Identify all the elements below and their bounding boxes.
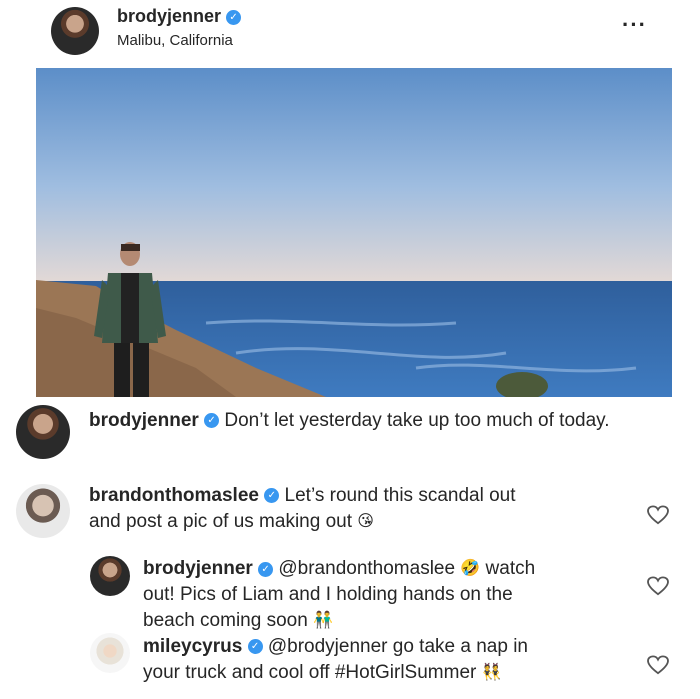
comment-username[interactable]: brandonthomaslee — [89, 485, 259, 506]
reply-text-line1: @brodyjenner go take a nap in — [267, 636, 528, 657]
caption: brodyjenner ✓ Don’t let yesterday take u… — [89, 408, 649, 434]
dancers-emoji-icon: 👯 — [481, 664, 502, 681]
comment-brandonthomaslee: brandonthomaslee ✓ Let’s round this scan… — [89, 483, 609, 535]
post-photo[interactable] — [36, 68, 672, 397]
reply-text-line2: out! Pics of Liam and I holding hands on… — [143, 584, 513, 606]
reply-mileycyrus: mileycyrus ✓ @brodyjenner go take a nap … — [143, 634, 623, 686]
reply-avatar-brodyjenner[interactable] — [90, 556, 130, 596]
rofl-emoji-icon: 🤣 — [460, 560, 481, 577]
verified-badge-icon: ✓ — [204, 413, 220, 429]
comment-text-line1: Let’s round this scandal out — [284, 485, 516, 506]
like-heart-icon[interactable] — [647, 505, 669, 525]
caption-avatar[interactable] — [16, 405, 70, 459]
post-username-text[interactable]: brodyjenner — [117, 6, 221, 26]
reply-username[interactable]: brodyjenner — [143, 558, 253, 579]
more-options-icon[interactable]: ··· — [622, 12, 647, 38]
avatar[interactable] — [51, 7, 99, 55]
reply-avatar-mileycyrus[interactable] — [90, 633, 130, 673]
comment-avatar-brandonthomaslee[interactable] — [16, 484, 70, 538]
holding-hands-emoji-icon: 👬 — [313, 612, 333, 630]
like-heart-icon[interactable] — [647, 576, 669, 596]
post-header: brodyjenner ✓ Malibu, California ··· — [0, 0, 700, 62]
kiss-emoji-icon: 😘 — [357, 513, 374, 530]
reply-text-line1-end: watch — [485, 558, 536, 580]
verified-badge-icon: ✓ — [264, 488, 280, 504]
caption-username[interactable]: brodyjenner — [89, 410, 199, 431]
post-username[interactable]: brodyjenner ✓ — [117, 6, 242, 27]
reply-mention[interactable]: @brandonthomaslee — [278, 558, 455, 579]
reply-text-line2: your truck and cool off #HotGirlSummer — [143, 662, 477, 684]
comment-text-line2: and post a pic of us making out — [89, 511, 352, 533]
reply-text-line3: beach coming soon — [143, 610, 308, 632]
post-location[interactable]: Malibu, California — [117, 32, 233, 49]
reply-username[interactable]: mileycyrus — [143, 636, 242, 657]
reply-brodyjenner: brodyjenner ✓ @brandonthomaslee 🤣 watch … — [143, 556, 623, 634]
verified-badge-icon: ✓ — [226, 9, 242, 25]
verified-badge-icon: ✓ — [258, 561, 274, 577]
caption-text: Don’t let yesterday take up too much of … — [224, 410, 610, 431]
like-heart-icon[interactable] — [647, 655, 669, 675]
verified-badge-icon: ✓ — [247, 639, 263, 655]
